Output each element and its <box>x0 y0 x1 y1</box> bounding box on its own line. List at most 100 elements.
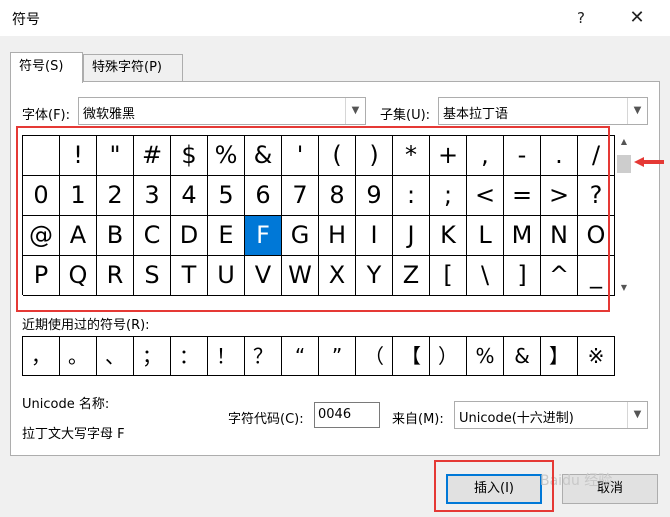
symbol-cell[interactable]: H <box>319 216 356 256</box>
symbol-cell[interactable]: V <box>245 256 282 296</box>
symbol-cell[interactable]: Q <box>60 256 97 296</box>
symbol-cell[interactable]: ] <box>504 256 541 296</box>
symbol-cell[interactable]: R <box>97 256 134 296</box>
symbol-cell[interactable]: _ <box>578 256 615 296</box>
symbol-cell[interactable]: " <box>97 136 134 176</box>
symbol-cell[interactable]: 1 <box>60 176 97 216</box>
scroll-up-icon[interactable]: ▲ <box>615 135 633 149</box>
recent-symbol-cell[interactable]: ， <box>23 337 60 376</box>
symbol-cell[interactable]: ; <box>430 176 467 216</box>
recent-symbol-cell[interactable]: ？ <box>245 337 282 376</box>
symbol-cell[interactable]: X <box>319 256 356 296</box>
recent-symbol-cell[interactable]: ※ <box>578 337 615 376</box>
symbol-cell[interactable]: < <box>467 176 504 216</box>
symbol-cell[interactable]: Y <box>356 256 393 296</box>
symbol-cell[interactable]: N <box>541 216 578 256</box>
symbol-cell[interactable]: F <box>245 216 282 256</box>
symbol-cell[interactable]: B <box>97 216 134 256</box>
symbol-cell[interactable]: U <box>208 256 245 296</box>
symbol-cell[interactable]: 4 <box>171 176 208 216</box>
symbol-cell[interactable]: J <box>393 216 430 256</box>
symbol-cell[interactable]: 6 <box>245 176 282 216</box>
symbol-cell[interactable]: C <box>134 216 171 256</box>
insert-button[interactable]: 插入(I) <box>446 474 542 504</box>
recent-symbol-cell[interactable]: 。 <box>60 337 97 376</box>
recent-symbols-list: ，。、；：！？ “” （【）% &】 ※ <box>22 336 615 376</box>
symbol-cell[interactable]: 8 <box>319 176 356 216</box>
symbol-cell[interactable]: @ <box>23 216 60 256</box>
symbol-cell[interactable]: / <box>578 136 615 176</box>
symbol-cell[interactable]: W <box>282 256 319 296</box>
recent-symbol-cell[interactable]: 、 <box>97 337 134 376</box>
symbol-cell[interactable]: K <box>430 216 467 256</box>
symbol-cell[interactable]: . <box>541 136 578 176</box>
symbol-cell[interactable]: - <box>504 136 541 176</box>
symbol-cell[interactable]: 9 <box>356 176 393 216</box>
symbol-cell[interactable]: O <box>578 216 615 256</box>
symbol-cell[interactable]: ^ <box>541 256 578 296</box>
symbol-cell[interactable]: ! <box>60 136 97 176</box>
recent-symbol-cell[interactable]: （ <box>356 337 393 376</box>
symbol-cell[interactable]: P <box>23 256 60 296</box>
watermark: Baidu 经验 <box>540 473 613 489</box>
symbol-cell[interactable]: , <box>467 136 504 176</box>
symbol-cell[interactable]: + <box>430 136 467 176</box>
close-button[interactable]: ✕ <box>622 4 652 32</box>
chevron-down-icon[interactable]: ▼ <box>345 98 365 124</box>
recent-symbol-cell[interactable]: ） <box>430 337 467 376</box>
recent-symbol-cell[interactable]: ！ <box>208 337 245 376</box>
symbol-cell[interactable]: L <box>467 216 504 256</box>
recent-symbol-cell[interactable]: ： <box>171 337 208 376</box>
recent-symbol-cell[interactable]: “ <box>282 337 319 376</box>
symbol-grid-scrollbar[interactable]: ▲ ▼ <box>615 135 633 295</box>
symbol-cell[interactable]: Z <box>393 256 430 296</box>
symbol-cell[interactable]: M <box>504 216 541 256</box>
symbol-cell[interactable]: : <box>393 176 430 216</box>
subset-select[interactable]: 基本拉丁语 ▼ <box>438 97 648 125</box>
symbol-cell[interactable]: ) <box>356 136 393 176</box>
symbol-cell[interactable]: ' <box>282 136 319 176</box>
symbol-cell[interactable]: ( <box>319 136 356 176</box>
symbol-cell[interactable]: [ <box>430 256 467 296</box>
symbol-cell[interactable]: A <box>60 216 97 256</box>
symbol-cell[interactable]: # <box>134 136 171 176</box>
symbol-cell[interactable]: I <box>356 216 393 256</box>
symbol-cell[interactable]: 3 <box>134 176 171 216</box>
symbol-cell[interactable]: 7 <box>282 176 319 216</box>
symbol-cell[interactable]: 2 <box>97 176 134 216</box>
symbol-cell[interactable]: E <box>208 216 245 256</box>
char-code-input[interactable]: 0046 <box>314 402 380 428</box>
tab-symbols[interactable]: 符号(S) <box>10 52 83 83</box>
symbol-cell[interactable]: % <box>208 136 245 176</box>
help-button[interactable]: ? <box>566 4 596 32</box>
tab-special-characters[interactable]: 特殊字符(P) <box>83 54 183 82</box>
title-bar: 符号 ? ✕ <box>0 0 670 36</box>
recent-symbol-cell[interactable]: 】 <box>541 337 578 376</box>
scroll-down-icon[interactable]: ▼ <box>615 281 633 295</box>
symbol-cell[interactable]: D <box>171 216 208 256</box>
recent-symbol-cell[interactable]: % <box>467 337 504 376</box>
subset-select-value: 基本拉丁语 <box>443 107 509 122</box>
symbol-cell[interactable]: \ <box>467 256 504 296</box>
recent-symbol-cell[interactable]: ； <box>134 337 171 376</box>
symbol-cell[interactable]: S <box>134 256 171 296</box>
symbol-cell[interactable]: G <box>282 216 319 256</box>
symbol-cell[interactable]: * <box>393 136 430 176</box>
symbol-cell[interactable]: T <box>171 256 208 296</box>
symbol-cell[interactable]: = <box>504 176 541 216</box>
scroll-thumb[interactable] <box>617 155 631 173</box>
symbol-cell[interactable]: > <box>541 176 578 216</box>
recent-symbol-cell[interactable]: & <box>504 337 541 376</box>
chevron-down-icon[interactable]: ▼ <box>627 402 647 428</box>
recent-symbol-cell[interactable]: 【 <box>393 337 430 376</box>
symbol-cell[interactable] <box>23 136 60 176</box>
from-select[interactable]: Unicode(十六进制) ▼ <box>454 401 648 429</box>
font-select[interactable]: 微软雅黑 ▼ <box>78 97 366 125</box>
recent-symbol-cell[interactable]: ” <box>319 337 356 376</box>
symbol-cell[interactable]: 0 <box>23 176 60 216</box>
symbol-cell[interactable]: & <box>245 136 282 176</box>
symbol-cell[interactable]: $ <box>171 136 208 176</box>
symbol-cell[interactable]: ? <box>578 176 615 216</box>
chevron-down-icon[interactable]: ▼ <box>627 98 647 124</box>
symbol-cell[interactable]: 5 <box>208 176 245 216</box>
